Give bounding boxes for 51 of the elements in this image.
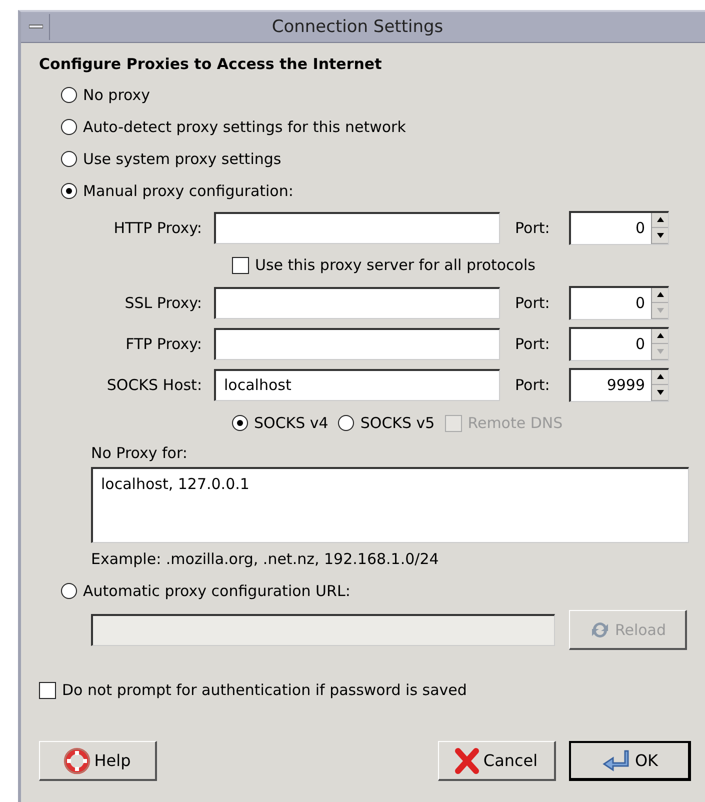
- input-field[interactable]: [214, 328, 500, 360]
- port-spinner[interactable]: 0: [569, 210, 669, 244]
- port-label: Port:: [515, 334, 551, 352]
- up-arrow-icon[interactable]: [656, 374, 664, 380]
- checkbox-label: Do not prompt for authentication if password is saved: [62, 681, 467, 699]
- radio-button[interactable]: [61, 151, 77, 167]
- cancel-button[interactable]: Cancel: [438, 741, 556, 781]
- radio-label: SOCKS v5: [360, 414, 435, 432]
- radio-button[interactable]: [61, 119, 77, 135]
- up-arrow-icon[interactable]: [656, 333, 664, 338]
- field-label: FTP Proxy:: [124, 334, 203, 352]
- checkbox[interactable]: [39, 682, 56, 698]
- port-spinner[interactable]: 0: [569, 326, 669, 360]
- help-button[interactable]: Help: [39, 741, 157, 781]
- input-field[interactable]: [214, 286, 500, 318]
- down-arrow-icon[interactable]: [656, 232, 664, 238]
- radio-button[interactable]: [232, 415, 248, 431]
- field-label: SSL Proxy:: [124, 294, 203, 312]
- radio-label: Automatic proxy configuration URL:: [83, 582, 350, 600]
- radio-label: No proxy: [83, 86, 150, 104]
- field-label: HTTP Proxy:: [112, 218, 203, 236]
- port-label: Port:: [515, 218, 551, 236]
- checkbox-label: Use this proxy server for all protocols: [255, 256, 536, 274]
- port-label: Port:: [515, 294, 551, 312]
- radio-label: Auto-detect proxy settings for this network: [83, 118, 406, 136]
- input-field[interactable]: localhost: [214, 368, 500, 400]
- return-arrow-icon: [600, 748, 631, 772]
- radio-label: Manual proxy configuration:: [83, 182, 294, 200]
- port-label: Port:: [515, 376, 551, 394]
- window-title: Connection Settings: [270, 17, 444, 37]
- radio-button[interactable]: [61, 87, 77, 103]
- text-area[interactable]: localhost, 127.0.0.1: [91, 467, 689, 543]
- radio-label: SOCKS v4: [254, 414, 328, 432]
- radio-button[interactable]: [61, 183, 77, 199]
- cross-icon: [455, 746, 480, 774]
- input-field[interactable]: [214, 212, 500, 244]
- down-arrow-icon[interactable]: [656, 390, 664, 395]
- lifebuoy-icon: [64, 748, 90, 774]
- checkbox-label: Remote DNS: [468, 414, 563, 432]
- section-heading: Configure Proxies to Access the Internet: [39, 55, 383, 73]
- field-label: No Proxy for:: [91, 443, 188, 464]
- hint-text: Example: .mozilla.org, .net.nz, 192.168.1.0/24: [91, 549, 440, 570]
- up-arrow-icon[interactable]: [656, 217, 664, 222]
- radio-label: Use system proxy settings: [83, 150, 282, 168]
- port-spinner[interactable]: 0: [569, 286, 669, 320]
- port-spinner[interactable]: 9999: [569, 368, 669, 402]
- checkbox[interactable]: [232, 256, 249, 274]
- ok-button[interactable]: OK: [569, 741, 691, 781]
- radio-button[interactable]: [338, 415, 354, 431]
- up-arrow-icon[interactable]: [656, 292, 664, 298]
- field-label: SOCKS Host:: [106, 376, 203, 394]
